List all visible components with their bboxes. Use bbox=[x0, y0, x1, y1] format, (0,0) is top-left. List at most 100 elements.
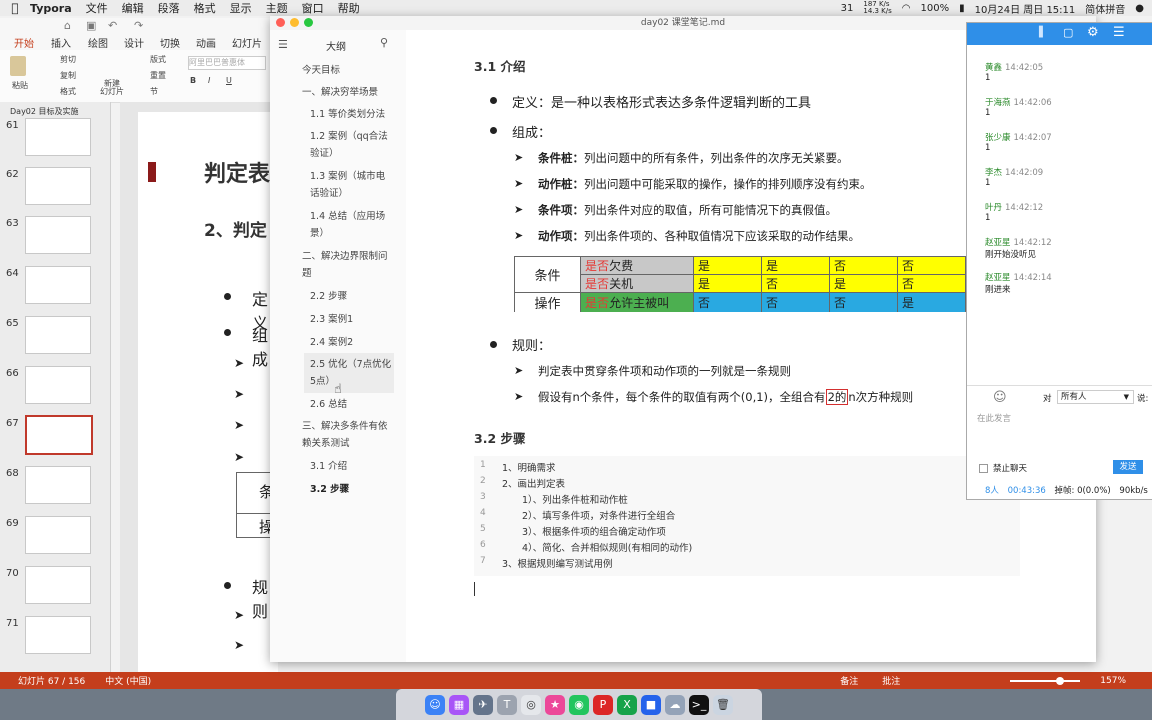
zoom-slider[interactable] bbox=[1010, 676, 1081, 685]
section-title[interactable]: Day02 目标及实施 bbox=[10, 106, 79, 117]
menu-edit[interactable]: 编辑 bbox=[122, 0, 144, 16]
slide-thumbnail[interactable] bbox=[25, 167, 91, 205]
underline-button[interactable]: U bbox=[226, 76, 232, 85]
outline-item[interactable]: 赖关系测试 bbox=[302, 435, 350, 452]
font-select[interactable]: 阿里巴巴普惠体 bbox=[188, 56, 266, 70]
outline-item[interactable]: 2.4 案例2 bbox=[310, 334, 353, 351]
zoom-icon[interactable] bbox=[304, 18, 313, 27]
slide-thumbnail-selected[interactable] bbox=[25, 415, 93, 455]
powerpoint-icon[interactable]: P bbox=[593, 694, 613, 715]
italic-button[interactable]: I bbox=[208, 76, 210, 85]
paste-icon[interactable] bbox=[10, 56, 26, 76]
outline-item[interactable]: 1.1 等价类划分法 bbox=[310, 106, 385, 123]
slide-thumbnail[interactable] bbox=[25, 316, 91, 354]
notification-count[interactable]: 31 bbox=[841, 3, 854, 14]
paste-button[interactable]: 粘贴 bbox=[12, 80, 28, 91]
language[interactable]: 中文 (中国) bbox=[105, 674, 151, 687]
trash-icon[interactable]: 🗑 bbox=[713, 694, 733, 715]
ppt-tab-transition[interactable]: 切换 bbox=[160, 35, 180, 50]
gear-icon[interactable]: ⚙ bbox=[1087, 25, 1099, 40]
new-slide-button[interactable]: 新建 幻灯片 bbox=[100, 80, 124, 96]
outline-item[interactable]: 验证） bbox=[310, 145, 339, 162]
ppt-tab-design[interactable]: 设计 bbox=[124, 35, 144, 50]
comments-button[interactable]: 批注 bbox=[882, 674, 900, 687]
compass-icon[interactable]: ◎ bbox=[521, 694, 541, 715]
input-method[interactable]: 简体拼音 bbox=[1085, 1, 1125, 16]
menu-icon[interactable]: ☰ bbox=[1113, 25, 1125, 40]
minimize-icon[interactable] bbox=[290, 18, 299, 27]
menu-file[interactable]: 文件 bbox=[86, 0, 108, 16]
ban-chat-label[interactable]: 禁止聊天 bbox=[993, 462, 1027, 474]
ppt-home-icon[interactable]: ⌂ bbox=[64, 19, 71, 32]
slide-thumbnail[interactable] bbox=[25, 266, 91, 304]
outline-item[interactable]: 1.2 案例（qq合法 bbox=[310, 128, 388, 145]
outline-item[interactable]: 3.1 介绍 bbox=[310, 458, 347, 475]
outline-item[interactable]: 二、解决边界限制问 bbox=[302, 248, 388, 265]
close-icon[interactable] bbox=[276, 18, 285, 27]
format-painter-button[interactable]: 格式 bbox=[60, 86, 76, 97]
apple-icon[interactable]:  bbox=[8, 1, 22, 15]
emoji-icon[interactable]: ☺ bbox=[993, 390, 1007, 405]
layout-button[interactable]: 版式 bbox=[150, 54, 166, 65]
ppt-redo-icon[interactable]: ↷ bbox=[134, 19, 143, 32]
notes-button[interactable]: 备注 bbox=[840, 674, 858, 687]
ppt-undo-icon[interactable]: ↶ bbox=[108, 19, 117, 32]
outline-item[interactable]: 1.4 总结（应用场 bbox=[310, 208, 385, 225]
app-icon[interactable]: ■ bbox=[641, 694, 661, 715]
outline-title[interactable]: 大纲 bbox=[326, 38, 346, 53]
cut-button[interactable]: 剪切 bbox=[60, 54, 76, 65]
outline-item[interactable]: 2.3 案例1 bbox=[310, 311, 353, 328]
ban-chat-checkbox[interactable] bbox=[979, 464, 988, 473]
slide-thumbnail[interactable] bbox=[25, 566, 91, 604]
chat-input[interactable]: 在此发言 bbox=[977, 412, 1147, 452]
recipient-select[interactable]: 所有人 ▼ bbox=[1057, 390, 1134, 404]
outline-item[interactable]: 2.2 步骤 bbox=[310, 288, 347, 305]
outline-item[interactable]: 今天目标 bbox=[302, 62, 340, 79]
outline-item[interactable]: 一、解决穷举场景 bbox=[302, 84, 378, 101]
typora-icon[interactable]: T bbox=[497, 694, 517, 715]
rocket-icon[interactable]: ✈ bbox=[473, 694, 493, 715]
slide-thumbnail[interactable] bbox=[25, 118, 91, 156]
screen-icon[interactable]: ▢ bbox=[1063, 26, 1073, 39]
outline-item-active[interactable]: 3.2 步骤 bbox=[310, 481, 349, 498]
launchpad-icon[interactable]: ▦ bbox=[449, 694, 469, 715]
ppt-tab-animation[interactable]: 动画 bbox=[196, 35, 216, 50]
outline-item[interactable]: 2.5 优化（7点优化 bbox=[310, 356, 391, 373]
menu-help[interactable]: 帮助 bbox=[338, 0, 360, 16]
outline-item[interactable]: 话验证） bbox=[310, 185, 348, 202]
ppt-save-icon[interactable]: ▣ bbox=[86, 19, 96, 32]
copy-button[interactable]: 复制 bbox=[60, 70, 76, 81]
terminal-icon[interactable]: >_ bbox=[689, 694, 709, 715]
menu-theme[interactable]: 主题 bbox=[266, 0, 288, 16]
chrome-icon[interactable]: ◉ bbox=[569, 694, 589, 715]
ppt-tab-draw[interactable]: 绘图 bbox=[88, 35, 108, 50]
slide-thumbnail[interactable] bbox=[25, 516, 91, 554]
bold-button[interactable]: B bbox=[190, 76, 196, 85]
slide-thumbnail[interactable] bbox=[25, 216, 91, 254]
finder-icon[interactable]: ☺ bbox=[425, 694, 445, 715]
section-button[interactable]: 节 bbox=[150, 86, 158, 97]
menu-paragraph[interactable]: 段落 bbox=[158, 0, 180, 16]
menu-app[interactable]: Typora bbox=[30, 2, 72, 15]
slide-thumbnail[interactable] bbox=[25, 366, 91, 404]
menu-view[interactable]: 显示 bbox=[230, 0, 252, 16]
menu-format[interactable]: 格式 bbox=[194, 0, 216, 16]
outline-item[interactable]: 2.6 总结 bbox=[310, 396, 347, 413]
siri-icon[interactable]: ● bbox=[1135, 3, 1144, 14]
outline-item[interactable]: 5点） bbox=[310, 373, 335, 390]
ppt-tab-insert[interactable]: 插入 bbox=[51, 35, 71, 50]
sidebar-toggle-icon[interactable]: ☰ bbox=[278, 38, 288, 51]
battery-level[interactable]: 100% bbox=[921, 3, 950, 14]
outline-item[interactable]: 景） bbox=[310, 225, 329, 242]
wifi-icon[interactable]: ◠ bbox=[902, 3, 911, 14]
search-icon[interactable]: ⚲ bbox=[380, 36, 388, 49]
code-block[interactable]: 1 1、明确需求 2 2、画出判定表 3 1）、列出条件桩和动作桩 4 2）、填… bbox=[474, 456, 1020, 576]
datetime[interactable]: 10月24日 周日 15:11 bbox=[975, 1, 1076, 16]
send-button[interactable]: 发送 bbox=[1113, 460, 1143, 474]
outline-item[interactable]: 1.3 案例（城市电 bbox=[310, 168, 385, 185]
excel-icon[interactable]: X bbox=[617, 694, 637, 715]
slide-canvas[interactable]: 判定表 2、判定 定义 组成 ➤ ➤ ➤ ➤ 条 操 规则 ➤ ➤ bbox=[138, 112, 298, 672]
reset-button[interactable]: 重置 bbox=[150, 70, 166, 81]
slide-thumbnail[interactable] bbox=[25, 466, 91, 504]
slide-thumbnail[interactable] bbox=[25, 616, 91, 654]
